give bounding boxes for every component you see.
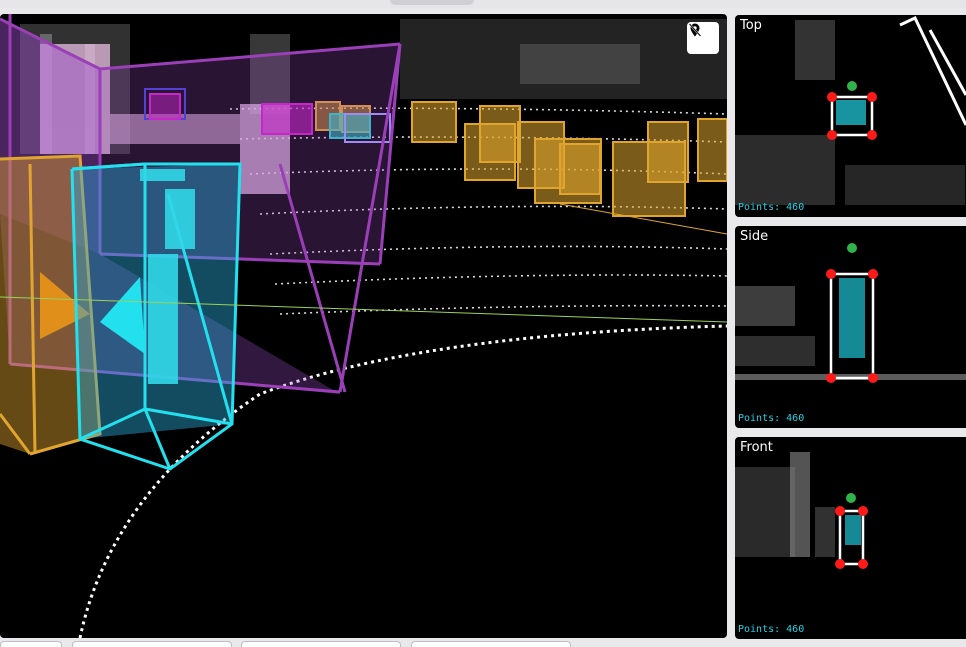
corner-handle[interactable] (835, 506, 845, 516)
corner-handle[interactable] (858, 506, 868, 516)
selected-cyan-box (70, 162, 242, 471)
corner-handle[interactable] (827, 92, 837, 102)
panel-title-side: Side (740, 229, 769, 244)
corner-handle[interactable] (867, 130, 877, 140)
rotate-handle[interactable] (847, 81, 857, 91)
corner-handle[interactable] (835, 559, 845, 569)
bottom-tab[interactable] (72, 641, 232, 647)
bottom-tab[interactable] (411, 641, 571, 647)
corner-handle[interactable] (858, 559, 868, 569)
point-cloud-canvas (0, 14, 727, 638)
main-3d-view[interactable] (0, 14, 727, 638)
points-count-side: Points: 460 (738, 413, 805, 424)
rotate-handle[interactable] (847, 243, 857, 253)
side-view-panel[interactable]: Side Points: 460 (735, 226, 966, 428)
panel-title-top: Top (740, 18, 762, 33)
top-strip (0, 0, 966, 8)
corner-handle[interactable] (826, 373, 836, 383)
corner-handle[interactable] (827, 130, 837, 140)
front-view-canvas (735, 452, 868, 569)
side-view-canvas (735, 243, 966, 383)
corner-handle[interactable] (867, 92, 877, 102)
top-tab-handle[interactable] (390, 0, 474, 5)
corner-handle[interactable] (826, 269, 836, 279)
rotate-handle[interactable] (846, 493, 856, 503)
front-view-panel[interactable]: Front Points: 460 (735, 437, 966, 639)
bottom-tab[interactable] (0, 641, 62, 647)
corner-handle[interactable] (868, 269, 878, 279)
location-off-icon (688, 23, 702, 37)
points-count-front: Points: 460 (738, 624, 805, 635)
panel-title-front: Front (740, 440, 773, 455)
points-count-top: Points: 460 (738, 202, 805, 213)
corner-handle[interactable] (868, 373, 878, 383)
bottom-tab-bar (0, 641, 966, 647)
top-view-canvas (735, 16, 966, 205)
bottom-tab[interactable] (241, 641, 401, 647)
top-view-panel[interactable]: Top Points: 460 (735, 15, 966, 217)
pin-toggle-button[interactable] (687, 22, 719, 54)
